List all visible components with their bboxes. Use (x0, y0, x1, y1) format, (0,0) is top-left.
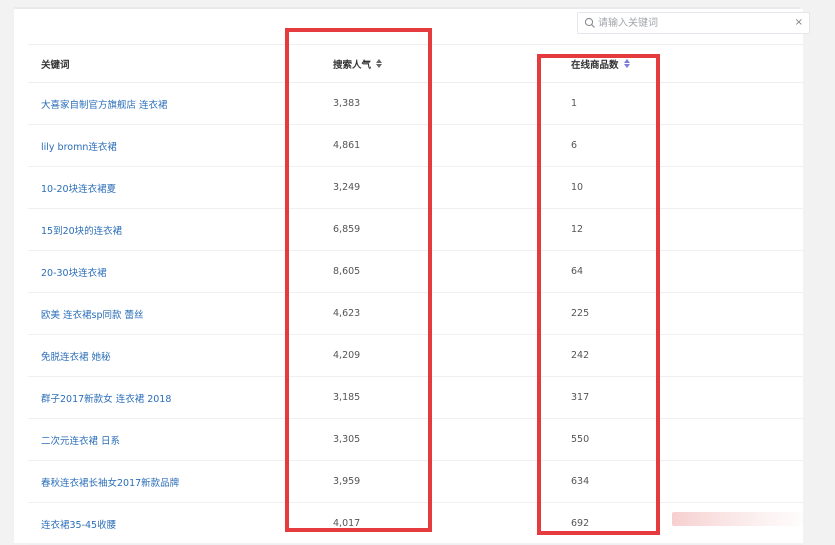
close-icon[interactable]: × (795, 16, 803, 30)
search-popularity-value: 3,383 (333, 98, 361, 109)
keyword-link[interactable]: 15到20块的连衣裙 (41, 209, 122, 250)
keyword-link[interactable]: 免脱连衣裙 她秘 (41, 335, 111, 376)
table-row: 免脱连衣裙 她秘 4,209 242 (28, 335, 803, 377)
search-popularity-value: 4,017 (333, 518, 361, 529)
keyword-link[interactable]: 20-30块连衣裙 (41, 251, 107, 292)
online-products-value: 12 (571, 224, 584, 235)
search-popularity-value: 3,305 (333, 434, 361, 445)
online-products-value: 225 (571, 308, 590, 319)
search-popularity-value: 4,861 (333, 140, 361, 151)
sort-icon[interactable] (623, 58, 631, 69)
online-products-value: 634 (571, 476, 590, 487)
keyword-link[interactable]: 10-20块连衣裙夏 (41, 167, 116, 208)
watermark (672, 512, 804, 526)
keyword-link[interactable]: 春秋连衣裙长袖女2017新款品牌 (41, 461, 179, 502)
online-products-value: 1 (571, 98, 578, 109)
online-products-value: 317 (571, 392, 590, 403)
keyword-link[interactable]: 群子2017新款女 连衣裙 2018 (41, 377, 171, 418)
online-products-value: 550 (571, 434, 590, 445)
search-popularity-value: 8,605 (333, 266, 361, 277)
table-header-row: 关键词 搜索人气 在线商品数 (28, 44, 803, 83)
header-keyword-label: 关键词 (41, 59, 70, 71)
online-products-value: 10 (571, 182, 584, 193)
header-online-products[interactable]: 在线商品数 (571, 45, 631, 82)
table-row: 二次元连衣裙 日系 3,305 550 (28, 419, 803, 461)
search-popularity-value: 4,209 (333, 350, 361, 361)
header-keyword: 关键词 (41, 45, 70, 82)
header-search-popularity-label: 搜索人气 (333, 59, 372, 71)
search-icon (584, 17, 595, 28)
table-row: 群子2017新款女 连衣裙 2018 3,185 317 (28, 377, 803, 419)
sort-icon[interactable] (376, 58, 383, 69)
table-row: 20-30块连衣裙 8,605 64 (28, 251, 803, 293)
search-popularity-value: 3,959 (333, 476, 361, 487)
table-row: 15到20块的连衣裙 6,859 12 (28, 209, 803, 251)
keyword-link[interactable]: 欧美 连衣裙sp同款 蕾丝 (41, 293, 144, 334)
search-popularity-value: 3,249 (333, 182, 361, 193)
table-row: 10-20块连衣裙夏 3,249 10 (28, 167, 803, 209)
header-online-products-label: 在线商品数 (571, 59, 619, 71)
search-popularity-value: 4,623 (333, 308, 361, 319)
search-input[interactable] (598, 15, 788, 31)
table-row: 春秋连衣裙长袖女2017新款品牌 3,959 634 (28, 461, 803, 503)
online-products-value: 64 (571, 266, 584, 277)
online-products-value: 6 (571, 140, 578, 151)
online-products-value: 692 (571, 518, 590, 529)
keyword-link[interactable]: 大喜家自制官方旗舰店 连衣裙 (41, 83, 168, 124)
search-popularity-value: 3,185 (333, 392, 361, 403)
keyword-table: 关键词 搜索人气 在线商品数 大喜家自制官方旗舰店 连衣裙 3,383 1 li… (28, 44, 803, 545)
search-box[interactable]: × (577, 12, 810, 34)
online-products-value: 242 (571, 350, 590, 361)
header-search-popularity[interactable]: 搜索人气 (333, 45, 383, 82)
table-row: lily bromn连衣裙 4,861 6 (28, 125, 803, 167)
table-row: 欧美 连衣裙sp同款 蕾丝 4,623 225 (28, 293, 803, 335)
keyword-link[interactable]: 二次元连衣裙 日系 (41, 419, 120, 460)
keyword-link[interactable]: 连衣裙35-45收腰 (41, 503, 116, 544)
table-row: 大喜家自制官方旗舰店 连衣裙 3,383 1 (28, 83, 803, 125)
keyword-link[interactable]: lily bromn连衣裙 (41, 125, 117, 166)
page: × 关键词 搜索人气 在线商品数 大喜家自制官方旗舰店 连衣裙 3,383 1 … (0, 0, 835, 545)
search-popularity-value: 6,859 (333, 224, 361, 235)
